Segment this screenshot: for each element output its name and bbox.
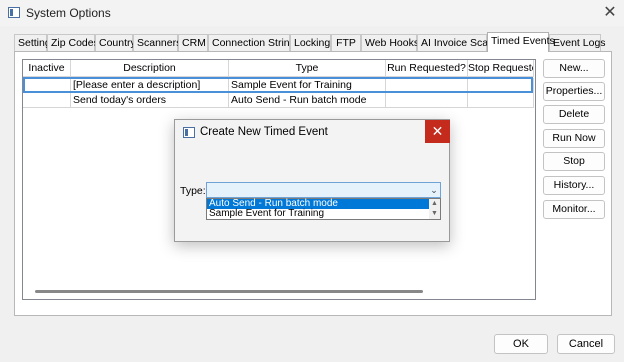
history-button[interactable]: History... [543, 176, 605, 195]
tab-ftp[interactable]: FTP [331, 34, 361, 51]
new-button[interactable]: New... [543, 59, 605, 78]
stop-button[interactable]: Stop [543, 152, 605, 171]
horizontal-scrollbar-thumb[interactable] [35, 290, 423, 293]
column-header-stop-requested[interactable]: Stop Requested? [468, 60, 534, 77]
column-header-inactive[interactable]: Inactive [23, 60, 71, 77]
tab-country[interactable]: Country [95, 34, 136, 51]
selected-row-outline [23, 77, 533, 93]
cancel-button[interactable]: Cancel [557, 334, 615, 354]
table-row-cell-description[interactable]: Send today's orders [71, 93, 229, 108]
tab-connection-strings[interactable]: Connection Strings [208, 34, 301, 51]
window-title: System Options [26, 6, 111, 20]
dialog-window-icon [183, 127, 195, 138]
type-select[interactable]: ⌄ [206, 182, 441, 198]
type-label: Type: [180, 185, 206, 197]
table-row-cell-type[interactable]: Auto Send - Run batch mode [229, 93, 386, 108]
table-row-cell-run-requested[interactable] [386, 93, 468, 108]
tab-crm[interactable]: CRM [178, 34, 208, 51]
tab-settings[interactable]: Settings [14, 34, 56, 51]
tab-zip-codes[interactable]: Zip Codes [47, 34, 99, 51]
dialog-title: Create New Timed Event [200, 126, 328, 138]
tab-scanners[interactable]: Scanners [133, 34, 181, 51]
run-now-button[interactable]: Run Now [543, 129, 605, 148]
type-dropdown-list[interactable]: Auto Send - Run batch mode Sample Event … [206, 198, 441, 220]
tab-web-hooks[interactable]: Web Hooks [361, 34, 419, 51]
tab-timed-events[interactable]: Timed Events [487, 32, 555, 52]
scroll-up-icon[interactable]: ▲ [429, 199, 440, 209]
column-header-run-requested[interactable]: Run Requested? [386, 60, 468, 77]
table-row-cell-stop-requested[interactable] [468, 93, 534, 108]
delete-button[interactable]: Delete [543, 105, 605, 124]
column-header-description[interactable]: Description [71, 60, 229, 77]
tab-locking[interactable]: Locking [290, 34, 331, 51]
scroll-down-icon[interactable]: ▼ [429, 209, 440, 219]
dialog-close-button[interactable]: ✕ [425, 120, 450, 143]
close-window-button[interactable]: ✕ [598, 2, 622, 24]
create-timed-event-dialog: Create New Timed Event ✕ Type: ⌄ Auto Se… [174, 119, 450, 242]
monitor-button[interactable]: Monitor... [543, 200, 605, 219]
tab-event-logs[interactable]: Event Logs [549, 34, 606, 51]
properties-button[interactable]: Properties... [543, 82, 605, 101]
tab-ai-invoice-scan[interactable]: AI Invoice Scan [417, 34, 494, 51]
ok-button[interactable]: OK [494, 334, 548, 354]
dropdown-scrollbar[interactable]: ▲ ▼ [429, 199, 440, 219]
column-header-type[interactable]: Type [229, 60, 386, 77]
chevron-down-icon[interactable]: ⌄ [427, 183, 441, 197]
dropdown-option-sample-event[interactable]: Sample Event for Training [207, 209, 429, 219]
title-bar: System Options ✕ [0, 0, 624, 26]
table-row-cell-inactive[interactable] [23, 93, 71, 108]
app-window-icon [8, 7, 20, 18]
